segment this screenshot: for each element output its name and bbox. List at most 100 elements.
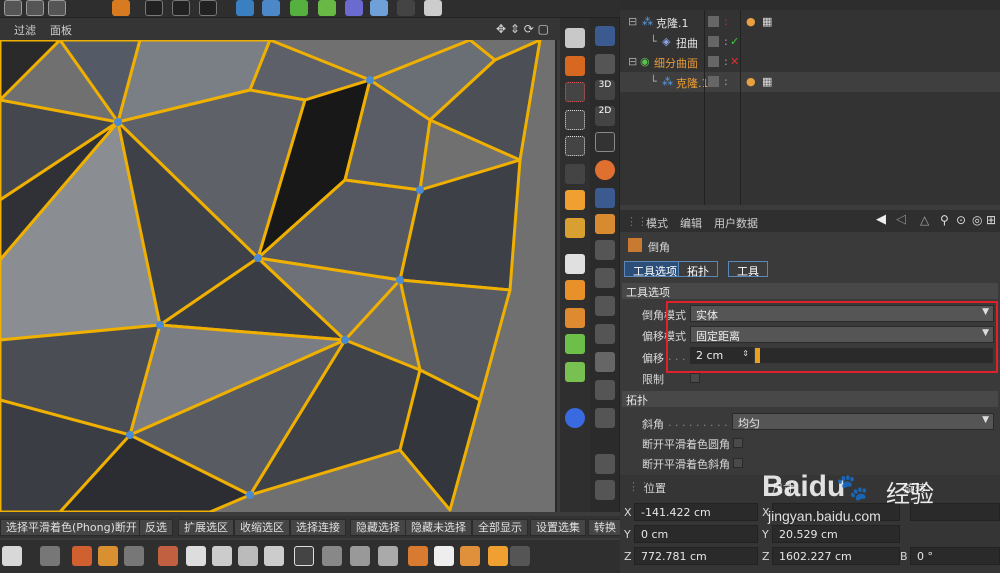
layer-icon[interactable] <box>708 56 719 67</box>
tab-tool[interactable]: 工具 <box>728 261 768 278</box>
render-picture-icon[interactable] <box>434 546 454 566</box>
snap-edge-icon[interactable] <box>595 214 615 234</box>
miter-dropdown[interactable]: 均匀 ▼ <box>732 413 994 430</box>
polygons-mode-icon[interactable] <box>565 136 585 156</box>
3d-viewport[interactable] <box>0 40 557 512</box>
object-name[interactable]: 克隆.1 <box>656 15 689 31</box>
search-icon[interactable]: ⚲ <box>940 213 949 227</box>
snap-spline-icon[interactable] <box>595 268 615 288</box>
cmd-unhide-all[interactable]: 全部显示 <box>472 519 528 536</box>
checker-tag-icon[interactable]: ▦ <box>762 15 772 28</box>
object-row[interactable]: ⊟ ⁂ 克隆.1 : ● ▦ <box>620 12 1000 32</box>
snap-midpoint-icon[interactable] <box>595 324 615 344</box>
viewport-nav-icons[interactable]: ✥ ⇕ ⟳ ▢ <box>496 22 549 36</box>
texture-mode-icon[interactable] <box>565 280 585 300</box>
weld-icon[interactable] <box>186 546 206 566</box>
snap-workplane-icon[interactable] <box>595 408 615 428</box>
settings-gear-icon[interactable] <box>510 546 530 566</box>
layer-icon[interactable] <box>708 36 719 47</box>
visibility-dots-icon[interactable]: : <box>724 15 728 28</box>
menu-panel[interactable]: 面板 <box>50 22 72 38</box>
object-row[interactable]: ⊟ ◉ 细分曲面 : ✕ <box>620 52 1000 72</box>
cmd-shrink-selection[interactable]: 收缩选区 <box>234 519 290 536</box>
camera-icon[interactable] <box>397 0 415 16</box>
menu-mode[interactable]: 模式 <box>646 215 668 231</box>
subdivision-icon[interactable] <box>290 0 308 16</box>
tag-icon[interactable]: ● <box>746 15 756 28</box>
snap-icon[interactable] <box>565 254 585 274</box>
tab-topology[interactable]: 拓扑 <box>678 261 718 278</box>
stitch-icon[interactable] <box>350 546 370 566</box>
new-panel-icon[interactable]: ⊞ <box>986 213 996 227</box>
material-icon[interactable] <box>408 546 428 566</box>
optimize-icon[interactable] <box>378 546 398 566</box>
coordinate-icon[interactable] <box>112 0 130 16</box>
object-name[interactable]: 细分曲面 <box>654 55 698 71</box>
checker-tag-icon[interactable]: ▦ <box>762 75 772 88</box>
object-icon[interactable] <box>488 546 508 566</box>
dissolve-icon[interactable] <box>238 546 258 566</box>
cmd-invert-selection[interactable]: 反选 <box>139 519 173 536</box>
split-icon[interactable] <box>264 546 284 566</box>
melt-icon[interactable] <box>322 546 342 566</box>
cmd-grow-selection[interactable]: 扩展选区 <box>178 519 234 536</box>
3d-snap-icon[interactable]: 3D <box>595 80 615 100</box>
layer-icon[interactable] <box>708 16 719 27</box>
cmd-hide-unselected[interactable]: 隐藏未选择 <box>405 519 472 536</box>
snap-grid-icon[interactable] <box>595 352 615 372</box>
disabled-x-icon[interactable]: ✕ <box>730 55 739 68</box>
loop-cut-icon[interactable] <box>294 546 314 566</box>
size-z-field[interactable]: 1602.227 cm <box>772 547 900 565</box>
cloner-icon[interactable] <box>318 0 336 16</box>
object-row[interactable]: └ ◈ 扭曲 : ✓ <box>620 32 1000 52</box>
render-view-icon[interactable] <box>172 0 190 16</box>
forward-arrow-icon[interactable]: ◁ <box>896 212 906 227</box>
brush-icon[interactable] <box>72 546 92 566</box>
cmd-select-connected[interactable]: 选择连接 <box>290 519 346 536</box>
bevel-tool-icon[interactable] <box>565 56 585 76</box>
rotation-b-field[interactable]: 0 ° <box>910 547 1000 565</box>
target-icon[interactable]: ◎ <box>972 213 982 227</box>
quantize-icon[interactable] <box>595 160 615 180</box>
cmd-convert[interactable]: 转换 <box>588 519 622 536</box>
snap-dynamic-icon[interactable] <box>595 480 615 500</box>
tree-expand-icon[interactable]: ⊟ <box>628 15 637 28</box>
render-region-icon[interactable] <box>145 0 163 16</box>
sphere-icon[interactable] <box>565 408 585 428</box>
enabled-check-icon[interactable]: ✓ <box>730 35 739 48</box>
z-snap-icon[interactable] <box>595 132 615 152</box>
menu-user-data[interactable]: 用户数据 <box>714 215 758 231</box>
x-axis-icon[interactable] <box>4 0 22 16</box>
cmd-set-selection[interactable]: 设置选集 <box>530 519 586 536</box>
axis-mode-icon[interactable] <box>565 164 585 184</box>
break-phong-corners-checkbox[interactable] <box>733 438 743 448</box>
back-arrow-icon[interactable]: ◀ <box>876 212 886 227</box>
edit-render-icon[interactable] <box>460 546 480 566</box>
bridge-icon[interactable] <box>158 546 178 566</box>
inner-extrude-icon[interactable] <box>124 546 144 566</box>
snap-perp-icon[interactable] <box>595 454 615 474</box>
limit-checkbox[interactable] <box>690 373 700 383</box>
visibility-dots-icon[interactable]: : <box>724 35 728 48</box>
weight-icon[interactable] <box>565 334 585 354</box>
cube-icon[interactable] <box>236 0 254 16</box>
tree-expand-icon[interactable]: ⊟ <box>628 55 637 68</box>
snap-axis-icon[interactable] <box>595 296 615 316</box>
points-mode-icon[interactable] <box>565 82 585 102</box>
visibility-dots-icon[interactable]: : <box>724 75 728 88</box>
y-axis-icon[interactable] <box>26 0 44 16</box>
tab-tool-options[interactable]: 工具选项 <box>624 261 686 278</box>
layer-icon[interactable] <box>708 76 719 87</box>
2d-snap-icon[interactable]: 2D <box>595 106 615 126</box>
section-tool-options[interactable]: 工具选项 <box>622 283 998 299</box>
light-icon[interactable] <box>424 0 442 16</box>
render-settings-icon[interactable] <box>199 0 217 16</box>
magnet-icon[interactable] <box>595 26 615 46</box>
workplane-icon[interactable] <box>565 218 585 238</box>
visibility-dots-icon[interactable]: : <box>724 55 728 68</box>
polygon-tool-icon[interactable] <box>40 546 60 566</box>
floor-icon[interactable] <box>370 0 388 16</box>
xyz-icon[interactable] <box>565 190 585 210</box>
section-topology[interactable]: 拓扑 <box>622 391 998 407</box>
slide-icon[interactable] <box>212 546 232 566</box>
